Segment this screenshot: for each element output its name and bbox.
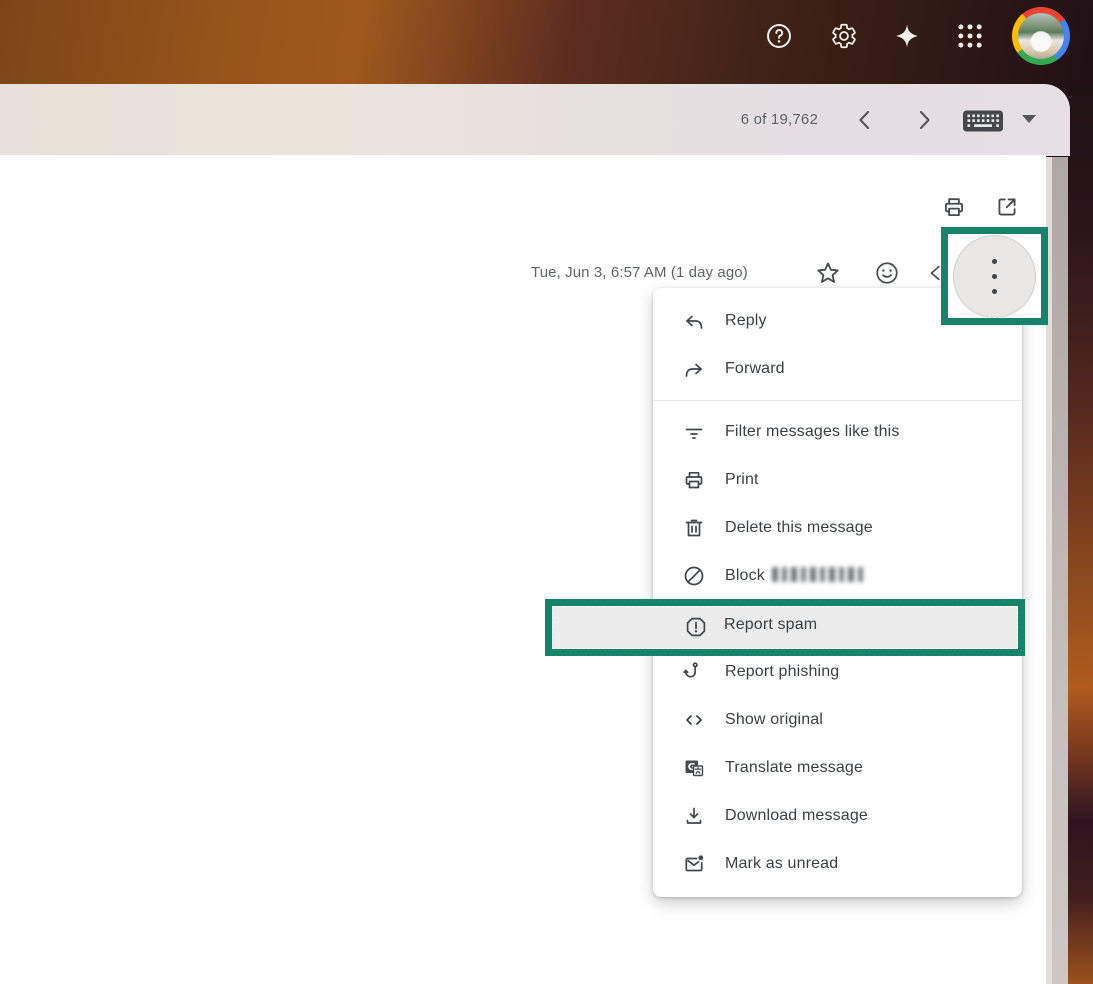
- menu-item-block-sender[interactable]: Block: [653, 552, 1022, 600]
- code-icon: [682, 708, 706, 732]
- pagination-count: 6 of 19,762: [640, 111, 818, 128]
- gemini-sparkle-icon[interactable]: [893, 22, 921, 50]
- menu-item-label: Print: [725, 471, 759, 489]
- input-tools-keyboard-icon[interactable]: [962, 109, 1004, 133]
- filter-icon: [682, 420, 706, 444]
- star-icon[interactable]: [814, 259, 842, 287]
- menu-item-label: Translate message: [725, 759, 863, 777]
- download-icon: [682, 804, 706, 828]
- menu-divider: [653, 400, 1022, 401]
- menu-item-label: Delete this message: [725, 519, 873, 537]
- menu-item-label: Mark as unread: [725, 855, 838, 873]
- menu-item-print[interactable]: Print: [653, 456, 1022, 504]
- mark-unread-icon: [682, 852, 706, 876]
- profile-avatar[interactable]: [1012, 7, 1070, 65]
- more-vert-icon: [992, 259, 997, 264]
- menu-item-show-original[interactable]: Show original: [653, 696, 1022, 744]
- print-icon: [682, 468, 706, 492]
- older-chevron-right-icon[interactable]: [911, 107, 937, 133]
- input-tools-dropdown-icon[interactable]: [1022, 115, 1036, 123]
- menu-item-download-message[interactable]: Download message: [653, 792, 1022, 840]
- menu-item-label: Download message: [725, 807, 868, 825]
- menu-item-label: Block: [725, 567, 765, 584]
- menu-item-translate-message[interactable]: G Translate message: [653, 744, 1022, 792]
- reply-icon: [682, 309, 706, 333]
- wallpaper-top: [0, 0, 1093, 84]
- apps-grid-icon[interactable]: [956, 22, 984, 50]
- menu-item-forward[interactable]: Forward: [653, 345, 1022, 393]
- scrollbar[interactable]: [1052, 157, 1068, 984]
- settings-gear-icon[interactable]: [830, 22, 858, 50]
- emoji-icon[interactable]: [874, 260, 900, 286]
- menu-item-label: Show original: [725, 711, 823, 729]
- menu-item-label: Report phishing: [725, 663, 839, 681]
- newer-chevron-left-icon[interactable]: [852, 107, 878, 133]
- annotation-box-more-button: [941, 227, 1048, 325]
- menu-item-label: Filter messages like this: [725, 423, 899, 441]
- menu-item-label: Reply: [725, 312, 767, 330]
- menu-item-mark-as-unread[interactable]: Mark as unread: [653, 840, 1022, 888]
- menu-item-delete-message[interactable]: Delete this message: [653, 504, 1022, 552]
- delete-trash-icon: [682, 516, 706, 540]
- more-options-menu: Reply Forward Filter messages like this …: [653, 288, 1022, 897]
- annotation-box-report-spam[interactable]: Report spam: [545, 599, 1025, 656]
- redacted-sender-name: [772, 567, 866, 582]
- avatar-photo: [1018, 13, 1064, 59]
- report-spam-label: Report spam: [724, 616, 817, 634]
- wallpaper-right-edge: [1068, 84, 1093, 984]
- block-icon: [682, 564, 706, 588]
- translate-icon: G: [682, 756, 706, 780]
- menu-item-filter-messages[interactable]: Filter messages like this: [653, 408, 1022, 456]
- open-in-new-icon[interactable]: [994, 194, 1020, 220]
- phishing-hook-icon: [682, 660, 706, 684]
- email-toolbar-band: [0, 84, 1070, 156]
- print-icon[interactable]: [941, 194, 967, 220]
- email-timestamp: Tue, Jun 3, 6:57 AM (1 day ago): [531, 264, 748, 281]
- more-button[interactable]: [953, 235, 1036, 318]
- help-icon[interactable]: [765, 22, 793, 50]
- forward-icon: [682, 357, 706, 381]
- menu-item-label: Forward: [725, 360, 785, 378]
- report-spam-icon: [684, 615, 708, 639]
